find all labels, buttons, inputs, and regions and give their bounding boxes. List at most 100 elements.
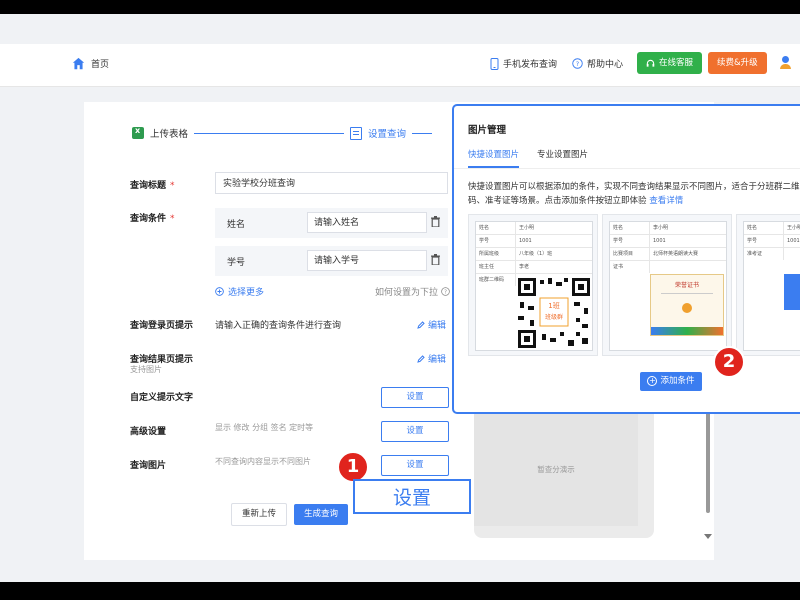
custom-text-setup-button[interactable]: 设置 [381,387,449,408]
card-row: 姓名 李小明 [610,222,726,235]
row-key: 班群二维码 [476,274,516,286]
tab-pro-images[interactable]: 专业设置图片 [537,148,588,168]
add-condition-label: 添加条件 [660,376,695,386]
phone-icon [490,57,499,70]
trash-icon[interactable] [431,216,440,227]
svg-text:?: ? [444,289,447,295]
query-title-text: 查询标题 [130,181,167,191]
pencil-icon [417,320,425,329]
steps-bar: x 上传表格 设置查询 [132,126,438,140]
condition-row: 学号 请输入学号 [215,246,448,276]
renew-upgrade-label: 续费&升级 [717,58,758,68]
row-key: 准考证 [744,248,784,260]
edit-result-tip-link[interactable]: 编辑 [417,352,446,365]
query-image-label: 查询图片 [130,461,167,471]
svg-text:?: ? [576,60,579,68]
avatar[interactable] [780,56,792,72]
card-row: 学号 1001 [610,235,726,248]
help-center-label: 帮助中心 [587,60,624,70]
top-bar: 首页 手机发布查询 ? 帮助中心 在线客服 续费&升级 [0,44,800,87]
step-callout-2: 2 [713,346,745,378]
query-conditions-label: 查询条件 * [130,211,175,224]
qr-label-class: 1班 [548,302,560,310]
condition-name: 学号 [227,258,246,268]
advanced-settings-hint: 显示 修改 分组 签名 定时等 [215,423,314,432]
modal-description: 快捷设置图片可以根据添加的条件，实现不同查询结果显示不同图片，适合于分班群二维码… [468,180,800,208]
query-title-label: 查询标题 * [130,178,175,191]
card-row: 学号 1001 [744,235,800,248]
settings-doc-icon [350,126,363,140]
row-key: 班主任 [476,261,516,273]
tab-divider [454,168,800,169]
row-value: 北师杯英语朗读大赛 [653,251,699,257]
help-center-link[interactable]: ? 帮助中心 [572,57,623,70]
modal-description-text: 快捷设置图片可以根据添加的条件，实现不同查询结果显示不同图片，适合于分班群二维码… [468,182,800,206]
preview-scrollbar[interactable] [706,408,710,513]
custom-text-label: 自定义提示文字 [130,393,194,403]
step-connector [194,132,345,134]
template-thumbnail-certificate[interactable]: 姓名 李小明 学号 1001 比赛项目 北师杯英语朗读大赛 证书 荣誉证书 [602,214,732,356]
select-more-link[interactable]: 选择更多 [215,285,264,298]
modal-title: 图片管理 [468,125,507,136]
view-details-link[interactable]: 查看详情 [649,196,683,206]
setup-callout-button[interactable]: 设置 [353,479,471,514]
advanced-setup-button[interactable]: 设置 [381,421,449,442]
row-key: 所属班级 [476,248,516,260]
certificate-image: 荣誉证书 [650,274,724,336]
login-tip-label: 查询登录页提示 [130,321,194,331]
tab-quick-images[interactable]: 快捷设置图片 [468,148,520,168]
dropdown-help-link[interactable]: 如何设置为下拉 ? [375,285,450,298]
condition-input[interactable]: 请输入姓名 [307,212,427,233]
template-thumbnail-class-qr[interactable]: 姓名王小明 学号1001 所属班级八年级（1）班 班主任李老 班群二维码 [468,214,598,356]
step-connector-2 [412,132,433,134]
query-title-input[interactable]: 实验学校分班查询 [215,172,448,194]
online-service-label: 在线客服 [659,58,694,68]
reupload-button[interactable]: 重新上传 [231,503,288,526]
template-thumbnail-admission[interactable]: 姓名 王小明 学号 1001 准考证 [736,214,800,356]
row-value: 李老 [519,264,530,270]
row-value: 1001 [787,238,800,244]
card-row: 比赛项目 北师杯英语朗读大赛 [610,248,726,261]
dropdown-help-label: 如何设置为下拉 [375,288,439,298]
plus-circle-icon [215,287,224,296]
card-row: 姓名 王小明 [476,222,592,235]
card-row: 证书 [610,261,726,273]
phone-screen: 暂查分演示 [474,404,638,526]
step-upload-label: 上传表格 [150,129,189,140]
edit-login-tip-link[interactable]: 编辑 [417,318,446,331]
mobile-publish-link[interactable]: 手机发布查询 [490,57,557,70]
template-card: 姓名 王小明 学号 1001 准考证 [743,221,800,351]
row-value: 1001 [519,238,532,244]
home-link[interactable]: 首页 [72,57,109,70]
admission-photo [784,274,800,310]
qr-label-group: 班级群 [544,314,563,321]
card-row: 准考证 [744,248,800,260]
online-service-button[interactable]: 在线客服 [637,52,703,74]
row-value: 王小明 [787,225,800,231]
trash-icon[interactable] [431,254,440,265]
plus-circle-icon: + [647,375,658,386]
condition-input[interactable]: 请输入学号 [307,250,427,271]
qr-code: 1班 班级群 [516,276,592,350]
select-more-label: 选择更多 [228,288,265,298]
scroll-down-arrow[interactable] [704,534,712,539]
card-row: 姓名 王小明 [744,222,800,235]
row-value: 1001 [653,238,666,244]
row-value: 王小明 [519,225,535,231]
template-card: 姓名 李小明 学号 1001 比赛项目 北师杯英语朗读大赛 证书 荣誉证书 [609,221,727,351]
cert-medal [682,303,692,313]
template-card: 姓名王小明 学号1001 所属班级八年级（1）班 班主任李老 班群二维码 [475,221,593,351]
generate-query-button[interactable]: 生成查询 [294,504,349,525]
row-key: 姓名 [610,222,650,234]
row-key: 学号 [610,235,650,247]
add-condition-button[interactable]: + 添加条件 [640,372,702,391]
renew-upgrade-button[interactable]: 续费&升级 [708,52,767,74]
row-key: 学号 [744,235,784,247]
cert-ribbon [651,327,723,335]
help-icon: ? [572,58,583,69]
query-image-setup-button[interactable]: 设置 [381,455,449,476]
excel-icon: x [132,126,144,139]
step-setup-label: 设置查询 [368,129,407,140]
pencil-icon [417,354,425,363]
query-image-hint: 不同查询内容显示不同图片 [215,457,311,466]
